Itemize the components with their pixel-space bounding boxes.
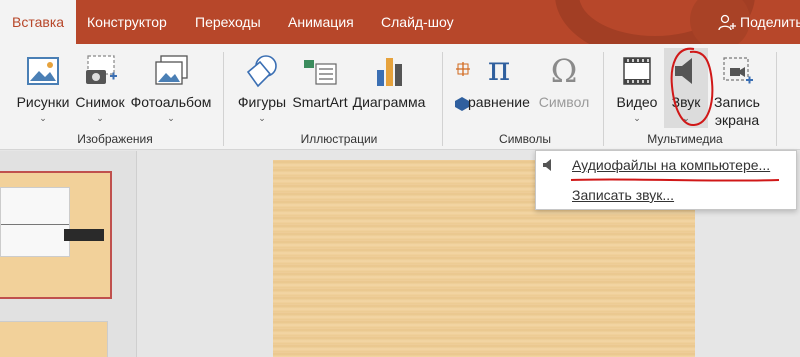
annotation-underline	[570, 178, 780, 182]
tab-slideshow[interactable]: Слайд-шоу	[381, 0, 454, 44]
thumbnail-content-box	[0, 187, 70, 257]
picture-icon	[27, 57, 59, 85]
photo-album-icon	[155, 55, 188, 85]
tab-insert[interactable]: Вставка	[0, 0, 77, 44]
group-separator	[442, 52, 443, 146]
tab-transitions[interactable]: Переходы	[195, 0, 261, 44]
slide-thumbnails-pane	[0, 151, 137, 357]
symbol-label: Символ	[538, 94, 590, 110]
menu-item-audio-on-pc[interactable]: Аудиофайлы на компьютере...	[572, 157, 770, 173]
menu-item-record-audio-label: Записать звук...	[572, 187, 675, 203]
thumbnail-bar	[64, 229, 104, 241]
shapes-button[interactable]: Фигуры ⌄	[234, 48, 290, 128]
symbol-button[interactable]: Ω Символ	[536, 48, 592, 128]
group-separator	[603, 52, 604, 146]
group-label-media: Мультимедиа	[647, 132, 723, 146]
photo-album-label: Фотоальбом	[130, 94, 212, 110]
group-label-images: Изображения	[77, 132, 153, 146]
chevron-down-icon: ⌄	[167, 113, 175, 123]
screen-recording-label-line1: Запись	[714, 94, 760, 110]
video-label: Видео	[616, 94, 658, 110]
screenshot-icon	[86, 55, 117, 84]
smartart-icon	[304, 60, 337, 85]
chart-button[interactable]: Диаграмма	[350, 48, 428, 128]
shapes-icon	[246, 55, 277, 88]
tab-design[interactable]: Конструктор	[87, 0, 167, 44]
chevron-down-icon: ⌄	[39, 113, 47, 123]
screen-recording-button[interactable]: Запись экрана	[708, 48, 766, 132]
chevron-down-icon: ⌄	[633, 113, 641, 123]
tab-animations[interactable]: Анимация	[288, 0, 354, 44]
menu-item-audio-on-pc-label: Аудиофайлы на компьютере...	[572, 157, 771, 173]
pictures-label: Рисунки	[16, 94, 70, 110]
chart-label: Диаграмма	[352, 94, 426, 110]
equation-label: равнение	[468, 94, 530, 110]
chevron-down-icon: ⌄	[258, 113, 266, 123]
omega-icon: Ω	[551, 54, 578, 88]
photo-album-button[interactable]: Фотоальбом ⌄	[128, 48, 214, 128]
group-label-symbols: Символы	[499, 132, 551, 146]
group-label-illustrations: Иллюстрации	[300, 132, 378, 146]
share-label: Поделить	[740, 14, 800, 30]
speaker-icon	[543, 159, 551, 171]
screen-recording-label-line2: экрана	[714, 112, 760, 128]
pi-icon: π	[488, 52, 510, 86]
group-separator	[223, 52, 224, 146]
menu-item-record-audio[interactable]: Записать звук...	[572, 187, 674, 203]
svg-text:Ω: Ω	[551, 54, 578, 88]
smartart-label: SmartArt	[292, 94, 348, 110]
pictures-button[interactable]: Рисунки ⌄	[14, 48, 72, 128]
screen-record-icon	[723, 57, 753, 84]
equation-button[interactable]: π равнение	[446, 48, 536, 128]
slide-thumbnail-1[interactable]	[0, 171, 112, 299]
share-person-icon	[718, 14, 736, 31]
screenshot-button[interactable]: Снимок ⌄	[72, 48, 128, 128]
chevron-down-icon: ⌄	[96, 113, 104, 123]
screenshot-label: Снимок	[75, 94, 125, 110]
bar-chart-icon	[377, 58, 402, 86]
annotation-circle	[670, 47, 714, 126]
video-button[interactable]: Видео ⌄	[612, 48, 662, 128]
group-separator	[776, 52, 777, 146]
ink-equation-icon	[456, 62, 470, 76]
slide-thumbnail-2[interactable]	[0, 321, 108, 357]
thumbnail-line	[1, 224, 69, 225]
smartart-button[interactable]: SmartArt	[290, 48, 350, 128]
ribbon-tab-bar: Вставка Конструктор Переходы Анимация Сл…	[0, 0, 800, 44]
film-icon	[623, 57, 651, 85]
shapes-label: Фигуры	[237, 94, 287, 110]
svg-text:π: π	[488, 52, 510, 86]
